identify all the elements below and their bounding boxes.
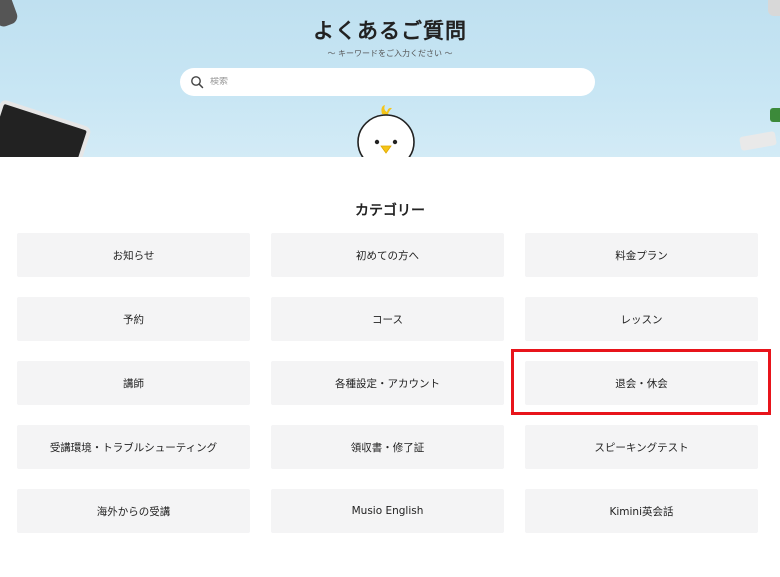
category-speaking-test[interactable]: スピーキングテスト xyxy=(525,425,758,469)
category-musio-english[interactable]: Musio English xyxy=(271,489,504,533)
mascot-chick-icon xyxy=(357,105,415,157)
search-input[interactable] xyxy=(210,77,595,87)
category-grid: お知らせ 初めての方へ 料金プラン 予約 コース レッスン 講師 各種設定・アカ… xyxy=(17,233,758,533)
category-troubleshooting[interactable]: 受講環境・トラブルシューティング xyxy=(17,425,250,469)
category-overseas[interactable]: 海外からの受講 xyxy=(17,489,250,533)
category-heading: カテゴリー xyxy=(355,203,425,219)
search-bar[interactable] xyxy=(180,68,595,96)
category-beginners[interactable]: 初めての方へ xyxy=(271,233,504,277)
category-cancel-pause[interactable]: 退会・休会 xyxy=(525,361,758,405)
category-kimini[interactable]: Kimini英会話 xyxy=(525,489,758,533)
page-title: よくあるご質問 xyxy=(313,19,467,43)
search-hint: 〜 キーワードをご入力ください 〜 xyxy=(327,49,453,58)
category-lesson[interactable]: レッスン xyxy=(525,297,758,341)
decoration-object xyxy=(768,0,780,16)
category-teacher[interactable]: 講師 xyxy=(17,361,250,405)
category-reservation[interactable]: 予約 xyxy=(17,297,250,341)
category-course[interactable]: コース xyxy=(271,297,504,341)
category-pricing[interactable]: 料金プラン xyxy=(525,233,758,277)
hero-banner: よくあるご質問 〜 キーワードをご入力ください 〜 xyxy=(0,0,780,157)
tablet-decoration xyxy=(0,98,92,157)
search-icon xyxy=(191,76,204,89)
category-news[interactable]: お知らせ xyxy=(17,233,250,277)
category-account-settings[interactable]: 各種設定・アカウント xyxy=(271,361,504,405)
decoration-object xyxy=(739,130,777,152)
category-receipt-certificate[interactable]: 領収書・修了証 xyxy=(271,425,504,469)
decoration-object xyxy=(770,108,780,122)
